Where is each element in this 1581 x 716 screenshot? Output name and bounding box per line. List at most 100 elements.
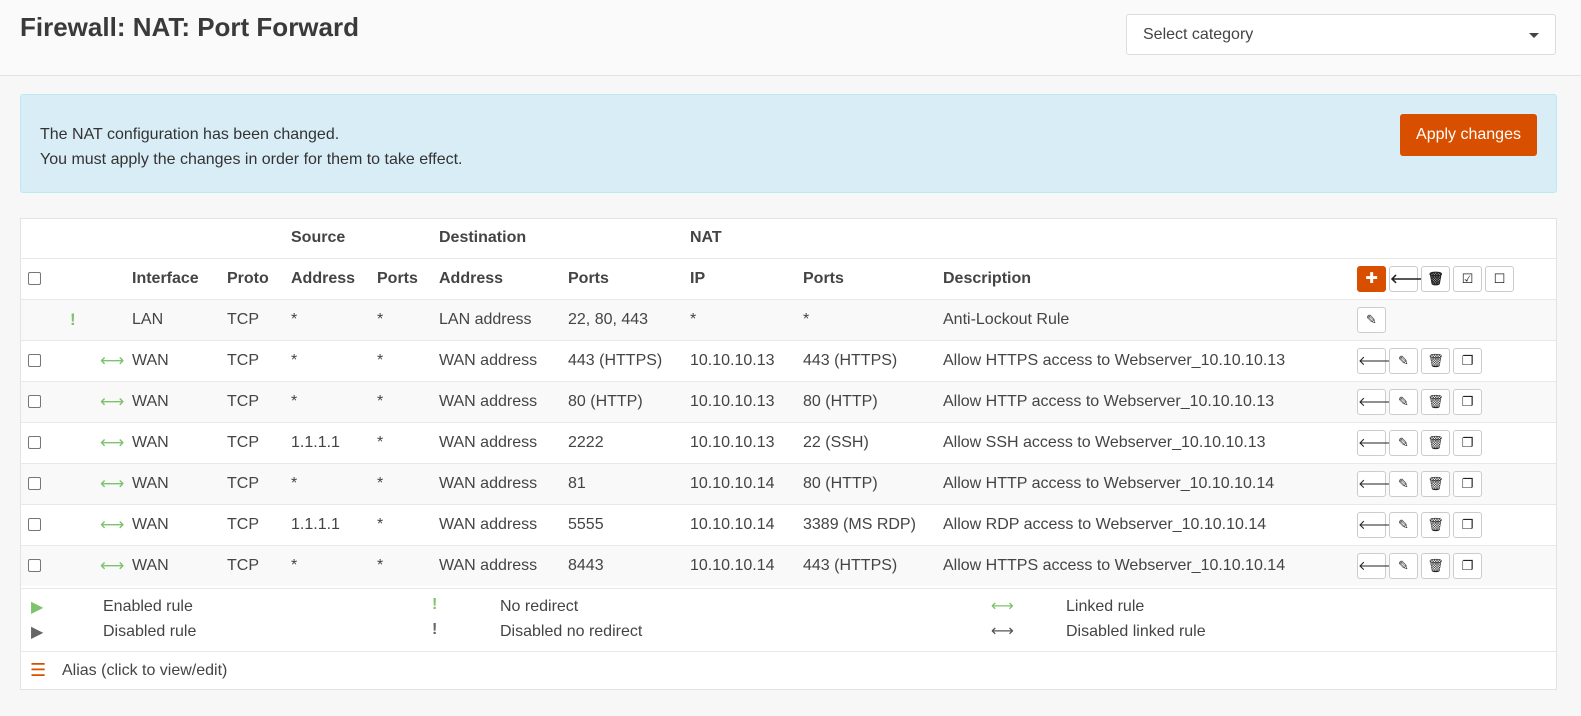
- row-actions: 🡐 ✎ 🗑 ❐: [1357, 504, 1556, 545]
- cell-proto: TCP: [227, 433, 259, 451]
- table-row: ⟷ WAN TCP * * WAN address 8443 10.10.10.14 443 (…: [21, 545, 1556, 586]
- exclamation-enabled-icon: !: [432, 596, 438, 613]
- clone-rule-button[interactable]: ❐: [1453, 552, 1482, 579]
- trash-icon: 🗑: [1427, 352, 1444, 368]
- cell-nat-ip: 10.10.10.14: [690, 556, 775, 574]
- row-actions: 🡐 ✎ 🗑 ❐: [1357, 463, 1556, 504]
- linked-rule-icon[interactable]: ⟷: [100, 556, 124, 575]
- edit-rule-button[interactable]: ✎: [1389, 347, 1418, 374]
- copy-icon: ❐: [1461, 557, 1474, 573]
- cell-description: Anti-Lockout Rule: [943, 310, 1070, 328]
- delete-rule-button[interactable]: 🗑: [1421, 388, 1450, 415]
- clone-rule-button[interactable]: ❐: [1453, 347, 1482, 374]
- cell-description: Allow HTTP access to Webserver_10.10.10.…: [943, 392, 1275, 410]
- delete-rule-button[interactable]: 🗑: [1421, 347, 1450, 374]
- link-enabled-icon: ⟷: [991, 598, 1014, 615]
- group-header-row: Source Destination NAT: [21, 219, 1556, 258]
- col-nat-ports[interactable]: Ports: [803, 258, 943, 299]
- cell-proto: TCP: [227, 556, 259, 574]
- col-proto[interactable]: Proto: [227, 258, 291, 299]
- clone-rule-button[interactable]: ❐: [1453, 470, 1482, 497]
- group-nat: NAT: [690, 229, 722, 247]
- category-select[interactable]: Select category: [1126, 14, 1556, 55]
- move-rule-button[interactable]: 🡐: [1357, 470, 1393, 497]
- move-rule-button[interactable]: 🡐: [1357, 347, 1393, 374]
- cell-nat-ip: 10.10.10.13: [690, 433, 775, 451]
- linked-rule-icon[interactable]: ⟷: [100, 515, 124, 534]
- move-rule-button[interactable]: 🡐: [1357, 429, 1393, 456]
- apply-changes-button[interactable]: Apply changes: [1400, 114, 1537, 156]
- row-status-cell: !: [65, 299, 132, 340]
- row-select-cell: [21, 299, 65, 340]
- cell-description: Allow HTTP access to Webserver_10.10.10.…: [943, 474, 1275, 492]
- delete-rule-button[interactable]: 🗑: [1421, 429, 1450, 456]
- column-header-row: Interface Proto Address Ports Address Po…: [21, 258, 1556, 299]
- row-checkbox[interactable]: [28, 559, 41, 573]
- clone-rule-button[interactable]: ❐: [1453, 429, 1482, 456]
- edit-rule-button[interactable]: ✎: [1389, 511, 1418, 538]
- header-actions: ✚ 🡐 🗑 ☑ ☐: [1357, 258, 1556, 299]
- cell-src-address: *: [291, 392, 298, 410]
- group-source: Source: [291, 229, 346, 247]
- trash-icon: 🗑: [1427, 475, 1444, 491]
- edit-rule-button[interactable]: ✎: [1389, 388, 1418, 415]
- row-select-cell: [21, 340, 65, 381]
- cell-nat-ports: 22 (SSH): [803, 433, 869, 451]
- play-enabled-icon: ▶: [31, 599, 44, 616]
- legend: ▶ Enabled rule ▶ Disabled rule ! No redi…: [21, 588, 1556, 651]
- row-checkbox[interactable]: [28, 476, 41, 490]
- linked-rule-icon[interactable]: ⟷: [100, 433, 124, 452]
- delete-selected-button[interactable]: 🗑: [1421, 265, 1450, 292]
- move-rule-button[interactable]: 🡐: [1357, 552, 1393, 579]
- legend-disabled-linked-rule: Disabled linked rule: [1066, 623, 1206, 640]
- cell-dst-ports: 8443: [568, 556, 604, 574]
- move-rule-button[interactable]: 🡐: [1357, 388, 1393, 415]
- config-changed-alert: The NAT configuration has been changed. …: [20, 94, 1557, 193]
- cell-src-address: *: [291, 351, 298, 369]
- col-description[interactable]: Description: [943, 258, 1357, 299]
- cell-dst-ports: 80 (HTTP): [568, 392, 643, 410]
- linked-rule-icon[interactable]: ⟷: [100, 392, 124, 411]
- select-all-checkbox[interactable]: [28, 271, 41, 285]
- row-checkbox[interactable]: [28, 435, 41, 449]
- col-source-address[interactable]: Address: [291, 258, 377, 299]
- delete-rule-button[interactable]: 🗑: [1421, 470, 1450, 497]
- move-rule-button[interactable]: 🡐: [1357, 511, 1393, 538]
- delete-rule-button[interactable]: 🗑: [1421, 511, 1450, 538]
- clone-rule-button[interactable]: ❐: [1453, 511, 1482, 538]
- cell-src-address: 1.1.1.1: [291, 433, 340, 451]
- arrow-left-icon: 🡐: [1358, 516, 1393, 532]
- col-source-ports[interactable]: Ports: [377, 258, 439, 299]
- move-selected-button[interactable]: 🡐: [1389, 265, 1425, 292]
- cell-src-ports: *: [377, 310, 384, 328]
- row-checkbox[interactable]: [28, 353, 41, 367]
- cell-nat-ports: 443 (HTTPS): [803, 556, 898, 574]
- row-actions: 🡐 ✎ 🗑 ❐: [1357, 381, 1556, 422]
- col-destination-ports[interactable]: Ports: [568, 258, 690, 299]
- row-checkbox[interactable]: [28, 517, 41, 531]
- col-destination-address[interactable]: Address: [439, 258, 568, 299]
- col-nat-ip[interactable]: IP: [690, 258, 803, 299]
- add-rule-button[interactable]: ✚: [1357, 265, 1386, 292]
- check-square-icon: ☑: [1461, 270, 1474, 286]
- linked-rule-icon[interactable]: ⟷: [100, 351, 124, 370]
- copy-icon: ❐: [1461, 434, 1474, 450]
- edit-rule-button[interactable]: ✎: [1389, 470, 1418, 497]
- row-checkbox[interactable]: [28, 394, 41, 408]
- edit-rule-button[interactable]: ✎: [1389, 429, 1418, 456]
- pencil-icon: ✎: [1366, 311, 1377, 327]
- cell-src-address: *: [291, 474, 298, 492]
- cell-dst-ports: 22, 80, 443: [568, 310, 649, 328]
- col-interface[interactable]: Interface: [132, 258, 227, 299]
- delete-rule-button[interactable]: 🗑: [1421, 552, 1450, 579]
- clone-rule-button[interactable]: ❐: [1453, 388, 1482, 415]
- disable-selected-button[interactable]: ☐: [1485, 265, 1514, 292]
- legend-enabled-rule: Enabled rule: [103, 598, 193, 615]
- edit-rule-button[interactable]: ✎: [1357, 306, 1386, 333]
- enable-selected-button[interactable]: ☑: [1453, 265, 1482, 292]
- edit-rule-button[interactable]: ✎: [1389, 552, 1418, 579]
- row-status-cell: ⟷: [65, 381, 132, 422]
- cell-nat-ip: 10.10.10.13: [690, 392, 775, 410]
- row-status-cell: ⟷: [65, 463, 132, 504]
- linked-rule-icon[interactable]: ⟷: [100, 474, 124, 493]
